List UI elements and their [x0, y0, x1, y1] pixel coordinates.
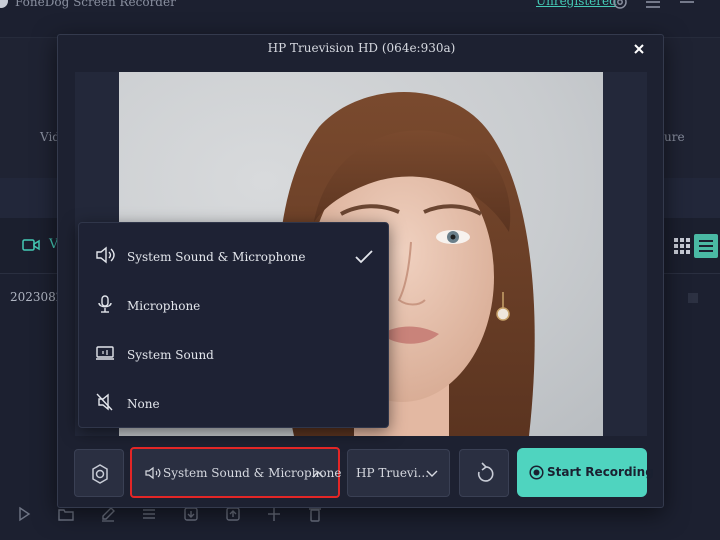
split-icon[interactable]	[266, 506, 282, 522]
start-recording-label: Start Recording	[547, 465, 654, 479]
video-camera-icon[interactable]	[22, 238, 40, 252]
adjust-icon[interactable]	[141, 506, 157, 522]
audio-source-menu: System Sound & Microphone Microphone Sys…	[78, 222, 389, 428]
camera-settings-button[interactable]	[74, 449, 124, 497]
menu-item-label: Microphone	[127, 299, 201, 313]
record-icon	[529, 465, 544, 480]
camera-source-dropdown[interactable]: HP Truevi...	[347, 449, 450, 497]
modal-title: HP Truevision HD (064e:930a)	[267, 41, 456, 55]
menu-item-label: System Sound	[127, 348, 214, 362]
menu-item-system-sound-microphone[interactable]: System Sound & Microphone	[79, 228, 390, 277]
folder-icon[interactable]	[58, 506, 74, 522]
system-sound-icon	[96, 346, 114, 360]
microphone-icon	[98, 295, 112, 313]
menu-item-label: System Sound & Microphone	[127, 250, 306, 264]
edit-icon[interactable]	[100, 506, 116, 522]
app-title: FoneDog Screen Recorder	[15, 0, 176, 9]
gear-icon[interactable]	[611, 0, 629, 10]
import-icon[interactable]	[183, 506, 199, 522]
export-icon[interactable]	[225, 506, 241, 522]
menu-item-none[interactable]: None	[79, 375, 390, 424]
menu-item-label: None	[127, 397, 160, 411]
minimize-icon[interactable]	[678, 0, 696, 10]
play-icon[interactable]	[16, 506, 32, 522]
camera-source-label: HP Truevi...	[356, 466, 429, 480]
chevron-down-icon	[426, 470, 438, 477]
gear-icon	[92, 464, 108, 484]
checkmark-icon	[355, 250, 373, 264]
speaker-muted-icon	[96, 393, 113, 411]
menu-item-system-sound[interactable]: System Sound	[79, 326, 390, 375]
capture-mode-label[interactable]: ure	[664, 130, 685, 144]
chevron-up-icon	[312, 471, 324, 478]
list-view-icon	[699, 240, 713, 252]
row-checkbox[interactable]	[688, 293, 698, 303]
speaker-icon	[145, 466, 161, 480]
rotate-icon	[477, 462, 494, 482]
audio-source-dropdown[interactable]: System Sound & Microphone	[130, 447, 341, 498]
speaker-icon	[96, 246, 115, 264]
list-view-button[interactable]	[694, 234, 718, 258]
close-icon[interactable]	[632, 42, 646, 56]
start-recording-button[interactable]: Start Recording	[517, 448, 654, 497]
menu-item-microphone[interactable]: Microphone	[79, 277, 390, 326]
rotate-camera-button[interactable]	[459, 449, 509, 497]
menu-icon[interactable]	[644, 0, 662, 10]
trash-icon[interactable]	[307, 506, 323, 522]
unregistered-link[interactable]: Unregistered	[536, 0, 617, 8]
grid-view-icon[interactable]	[673, 237, 691, 255]
